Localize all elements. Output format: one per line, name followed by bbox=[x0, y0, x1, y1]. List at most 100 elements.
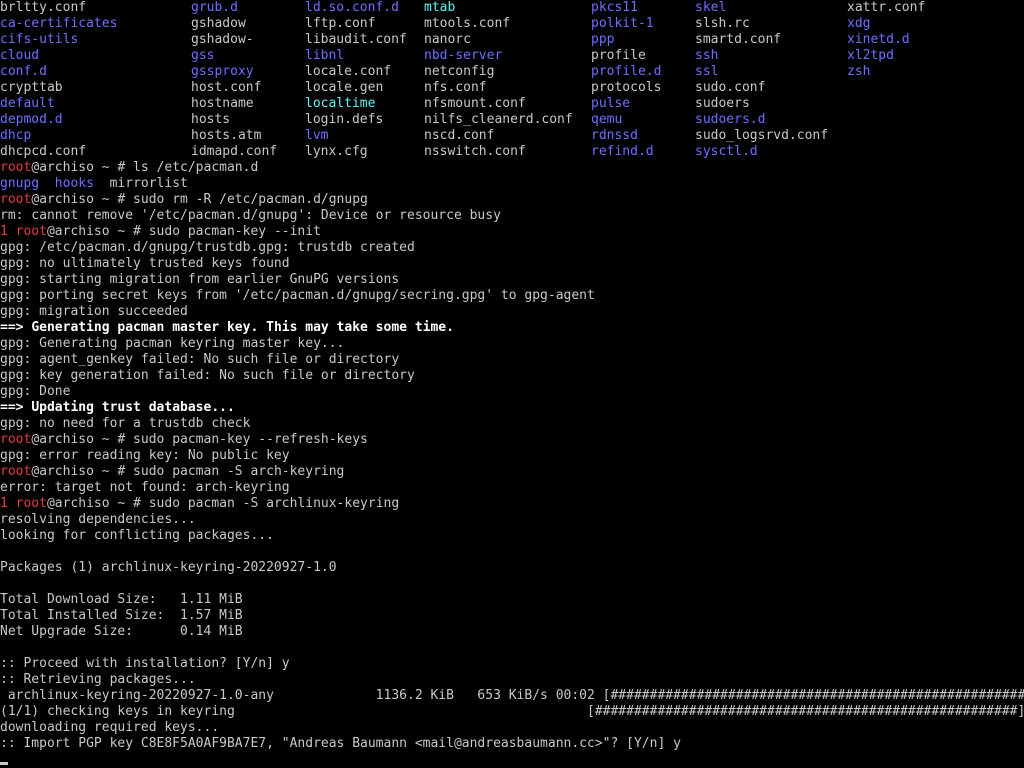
terminal-line: gpg: key generation failed: No such file… bbox=[0, 368, 1024, 384]
line-text: downloading required keys... bbox=[0, 720, 220, 735]
prompt-user: root bbox=[0, 432, 32, 447]
directory-entry: ca-certificates bbox=[0, 16, 118, 31]
terminal-line: gpg: /etc/pacman.d/gnupg/trustdb.gpg: tr… bbox=[0, 240, 1024, 256]
line-text: archlinux-keyring-20220927-1.0-any 1136.… bbox=[0, 688, 1024, 703]
line-text: ==> bbox=[0, 400, 32, 415]
terminal-line: Net Upgrade Size: 0.14 MiB bbox=[0, 624, 1024, 640]
directory-entry: ld.so.conf.d bbox=[305, 0, 399, 15]
terminal-line: gpg: no need for a trustdb check bbox=[0, 416, 1024, 432]
file-entry: nfsmount.conf bbox=[424, 96, 526, 111]
file-entry: sudo_logsrvd.conf bbox=[695, 128, 829, 143]
directory-entry: ssl bbox=[695, 64, 719, 79]
directory-entry: lvm bbox=[305, 128, 329, 143]
prompt-user: 1 root bbox=[0, 496, 47, 511]
line-text: Generating pacman master key. This may t… bbox=[31, 320, 454, 335]
file-entry: hostname bbox=[191, 96, 254, 111]
prompt-user: 1 root bbox=[0, 224, 47, 239]
directory-entry: cloud bbox=[0, 48, 40, 63]
line-text: gpg: starting migration from earlier Gnu… bbox=[0, 272, 400, 287]
terminal-line: archlinux-keyring-20220927-1.0-any 1136.… bbox=[0, 688, 1024, 704]
line-text: @archiso ~ # sudo pacman -S archlinux-ke… bbox=[46, 496, 400, 511]
line-text: mirrorlist bbox=[93, 176, 188, 191]
prompt-user: root bbox=[0, 160, 32, 175]
terminal-line: :: Retrieving packages... bbox=[0, 672, 1024, 688]
file-entry: dhcpcd.conf bbox=[0, 144, 87, 159]
directory-entry: xl2tpd bbox=[847, 48, 894, 63]
terminal-line: gpg: no ultimately trusted keys found bbox=[0, 256, 1024, 272]
line-text: gpg: Generating pacman keyring master ke… bbox=[0, 336, 345, 351]
terminal-line: resolving dependencies... bbox=[0, 512, 1024, 528]
terminal-line: gpg: Done bbox=[0, 384, 1024, 400]
directory-entry: depmod.d bbox=[0, 112, 63, 127]
file-entry: mtools.conf bbox=[424, 16, 511, 31]
line-text: (1/1) checking keys in keyring [########… bbox=[0, 704, 1024, 719]
directory-entry: pkcs11 bbox=[591, 0, 638, 15]
line-text: gpg: no ultimately trusted keys found bbox=[0, 256, 290, 271]
terminal-line: gpg: agent_genkey failed: No such file o… bbox=[0, 352, 1024, 368]
terminal-line: error: target not found: arch-keyring bbox=[0, 480, 1024, 496]
symlink-entry: mtab bbox=[424, 0, 456, 15]
directory-entry: libnl bbox=[305, 48, 345, 63]
directory-entry: default bbox=[0, 96, 55, 111]
line-text: hooks bbox=[54, 176, 94, 191]
file-entry: hosts.atm bbox=[191, 128, 262, 143]
terminal-line: gpg: porting secret keys from '/etc/pacm… bbox=[0, 288, 1024, 304]
line-text: :: Retrieving packages... bbox=[0, 672, 196, 687]
file-entry: netconfig bbox=[424, 64, 495, 79]
file-entry: gshadow- bbox=[191, 32, 254, 47]
terminal-line: root@archiso ~ # ls /etc/pacman.d bbox=[0, 160, 1024, 176]
directory-entry: nbd-server bbox=[424, 48, 503, 63]
line-text: gpg: porting secret keys from '/etc/pacm… bbox=[0, 288, 595, 303]
file-entry: gshadow bbox=[191, 16, 246, 31]
line-text: Total Installed Size: 1.57 MiB bbox=[0, 608, 243, 623]
terminal-line: gpg: error reading key: No public key bbox=[0, 448, 1024, 464]
line-text: gpg: migration succeeded bbox=[0, 304, 188, 319]
terminal-line: root@archiso ~ # sudo rm -R /etc/pacman.… bbox=[0, 192, 1024, 208]
prompt-user: root bbox=[0, 192, 32, 207]
file-entry: nanorc bbox=[424, 32, 471, 47]
file-entry: crypttab bbox=[0, 80, 63, 95]
text-cursor bbox=[0, 762, 8, 765]
terminal-line: gnupg hooks mirrorlist bbox=[0, 176, 1024, 192]
terminal-line: Total Installed Size: 1.57 MiB bbox=[0, 608, 1024, 624]
line-text: @archiso ~ # sudo rm -R /etc/pacman.d/gn… bbox=[31, 192, 368, 207]
directory-entry: ppp bbox=[591, 32, 615, 47]
directory-entry: grub.d bbox=[191, 0, 238, 15]
terminal-line: looking for conflicting packages... bbox=[0, 528, 1024, 544]
file-entry: brltty.conf bbox=[0, 0, 87, 15]
directory-entry: refind.d bbox=[591, 144, 654, 159]
terminal-window[interactable]: brltty.conf grub.d ld.so.conf.d mtab pkcs11 s… bbox=[0, 0, 1024, 768]
terminal-line: 1 root@archiso ~ # sudo pacman -S archli… bbox=[0, 496, 1024, 512]
directory-entry: ssh bbox=[695, 48, 719, 63]
terminal-line: Packages (1) archlinux-keyring-20220927-… bbox=[0, 560, 1024, 576]
file-entry: lynx.cfg bbox=[305, 144, 368, 159]
line-text: @archiso ~ # sudo pacman-key --refresh-k… bbox=[31, 432, 368, 447]
file-entry: sudo.conf bbox=[695, 80, 766, 95]
terminal-line: Total Download Size: 1.11 MiB bbox=[0, 592, 1024, 608]
directory-entry: xdg bbox=[847, 16, 871, 31]
line-text bbox=[39, 176, 55, 191]
file-entry: nilfs_cleanerd.conf bbox=[424, 112, 573, 127]
file-entry: idmapd.conf bbox=[191, 144, 278, 159]
line-text: @archiso ~ # sudo pacman-key --init bbox=[46, 224, 321, 239]
file-entry: profile bbox=[591, 48, 646, 63]
terminal-line: rm: cannot remove '/etc/pacman.d/gnupg':… bbox=[0, 208, 1024, 224]
line-text: Updating trust database... bbox=[31, 400, 235, 415]
line-text: gpg: Done bbox=[0, 384, 71, 399]
line-text: looking for conflicting packages... bbox=[0, 528, 274, 543]
line-text: gpg: /etc/pacman.d/gnupg/trustdb.gpg: tr… bbox=[0, 240, 415, 255]
line-text: resolving dependencies... bbox=[0, 512, 196, 527]
line-text: error: target not found: arch-keyring bbox=[0, 480, 290, 495]
file-entry: lftp.conf bbox=[305, 16, 376, 31]
file-entry: locale.gen bbox=[305, 80, 384, 95]
directory-entry: polkit-1 bbox=[591, 16, 654, 31]
line-text: ==> bbox=[0, 320, 32, 335]
file-entry: protocols bbox=[591, 80, 662, 95]
terminal-line: gpg: Generating pacman keyring master ke… bbox=[0, 336, 1024, 352]
terminal-line: ==> Updating trust database... bbox=[0, 400, 1024, 416]
directory-entry: pulse bbox=[591, 96, 631, 111]
directory-entry: rdnssd bbox=[591, 128, 638, 143]
directory-entry: cifs-utils bbox=[0, 32, 79, 47]
terminal-line: :: Proceed with installation? [Y/n] y bbox=[0, 656, 1024, 672]
file-entry: slsh.rc bbox=[695, 16, 750, 31]
